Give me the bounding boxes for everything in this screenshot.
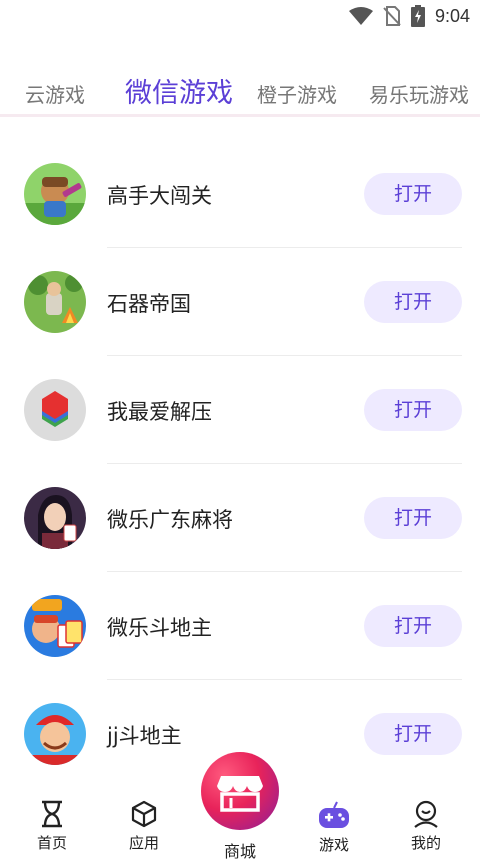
nav-mine[interactable]: 我的 [396,800,456,853]
adventure-hero-icon [24,163,86,225]
mall-button[interactable] [201,752,279,830]
cube-apps-icon [131,800,157,828]
tab-yilewan-games[interactable]: 易乐玩游戏 [369,79,469,108]
mahjong-girl-icon [24,487,86,549]
list-item[interactable]: 高手大闯关 打开 [0,140,480,248]
color-cube-icon [24,379,86,441]
nav-home-label: 首页 [36,834,67,852]
user-profile-icon [414,800,438,828]
open-button[interactable]: 打开 [364,389,462,431]
no-sim-icon [383,6,401,26]
nav-games-label: 游戏 [318,836,349,854]
category-tabs: 云游戏 微信游戏 橙子游戏 易乐玩游戏 [0,70,480,114]
game-name: 微乐广东麻将 [107,508,233,532]
tab-cloud-games[interactable]: 云游戏 [25,79,85,108]
open-button[interactable]: 打开 [364,713,462,755]
hourglass-home-icon [42,800,62,828]
open-button[interactable]: 打开 [364,605,462,647]
list-item[interactable]: 我最爱解压 打开 [0,356,480,464]
game-name: 微乐斗地主 [107,616,212,640]
tab-orange-games[interactable]: 橙子游戏 [257,79,337,108]
open-button[interactable]: 打开 [364,497,462,539]
battery-charging-icon [410,5,425,27]
stone-age-icon [24,271,86,333]
jj-landlord-icon [24,703,86,765]
game-name: 石器帝国 [107,292,191,316]
status-icons: 9:04 [348,5,470,27]
status-time: 9:04 [434,5,470,26]
nav-mine-label: 我的 [410,834,441,852]
gamepad-icon [319,801,349,828]
storefront-icon [217,776,263,812]
landlord-cards-icon [24,595,86,657]
nav-mall[interactable]: 商城 [200,752,280,862]
open-button[interactable]: 打开 [364,281,462,323]
list-item[interactable]: 石器帝国 打开 [0,248,480,356]
game-name: 高手大闯关 [107,184,212,208]
tab-wechat-games[interactable]: 微信游戏 [125,71,233,110]
nav-mall-label: 商城 [223,842,256,861]
game-name: jj斗地主 [107,724,182,748]
open-button[interactable]: 打开 [364,173,462,215]
list-item[interactable]: 微乐广东麻将 打开 [0,464,480,572]
nav-games[interactable]: 游戏 [304,800,364,855]
nav-apps[interactable]: 应用 [114,800,174,853]
nav-apps-label: 应用 [128,834,159,852]
tab-divider [0,114,480,117]
list-item[interactable]: 微乐斗地主 打开 [0,572,480,680]
game-name: 我最爱解压 [107,400,212,424]
wifi-icon [348,7,373,25]
nav-home[interactable]: 首页 [22,800,82,853]
status-bar: 9:04 [0,0,480,34]
